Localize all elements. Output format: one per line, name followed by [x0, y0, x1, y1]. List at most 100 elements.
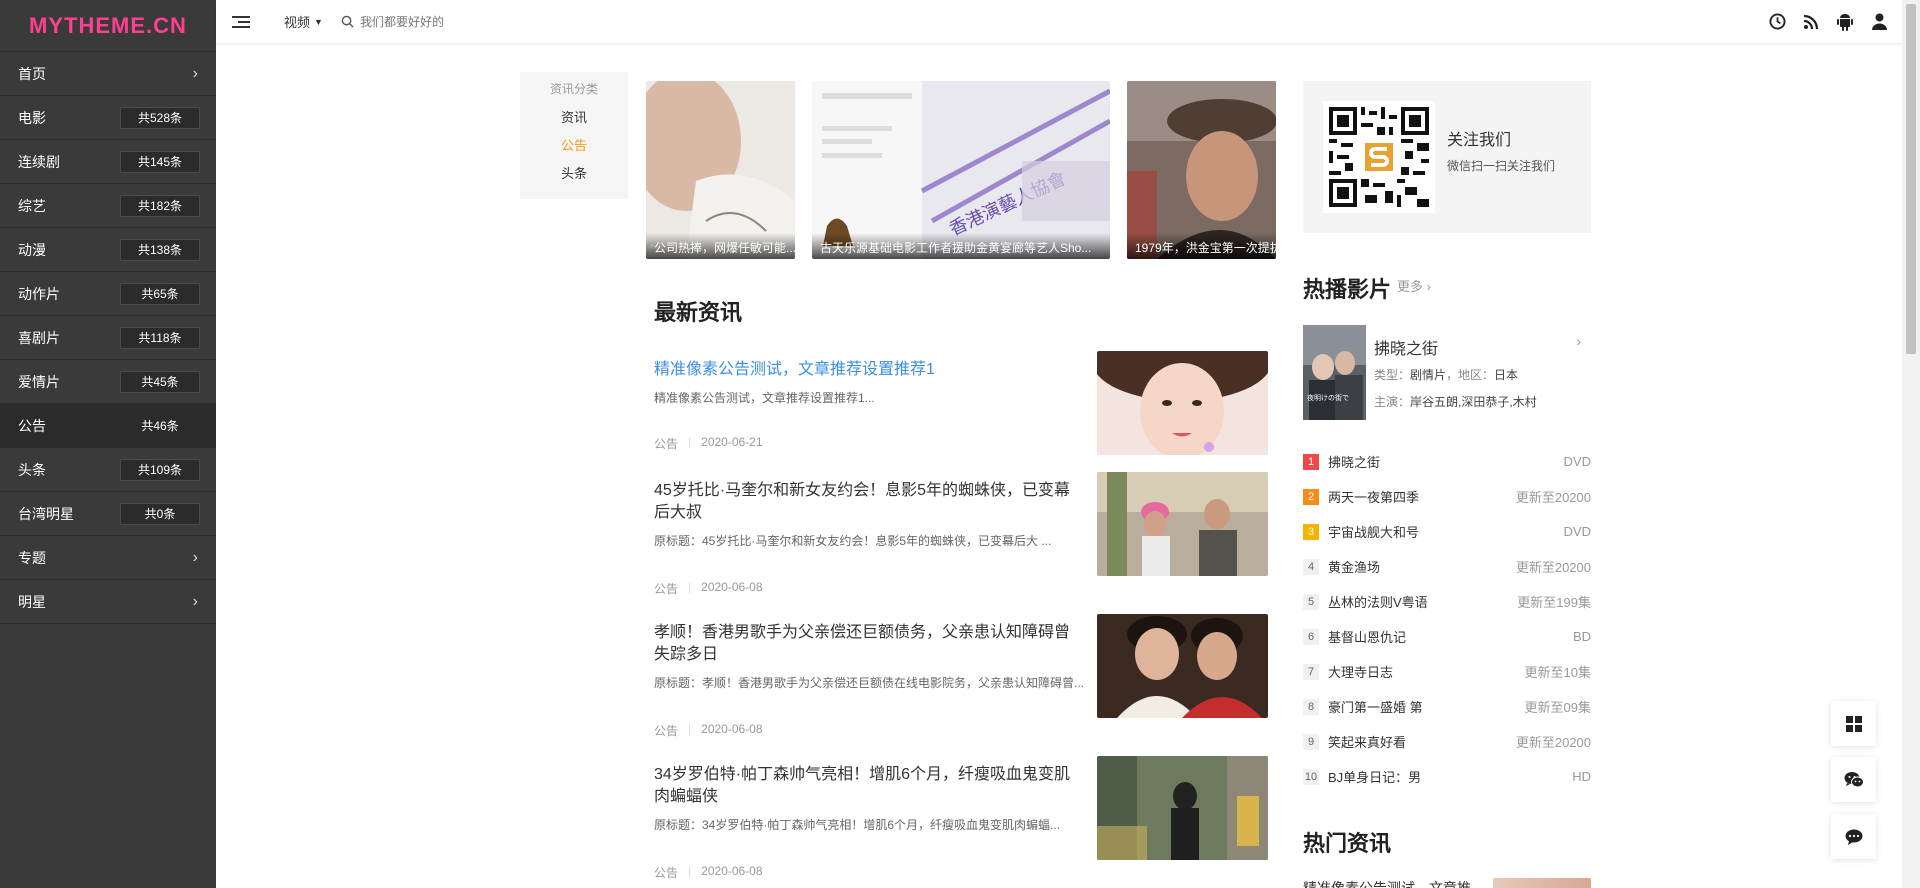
hot-movies-more-link[interactable]: 更多 ›	[1397, 276, 1431, 295]
news-title[interactable]: 孝顺！香港男歌手为父亲偿还巨额债务，父亲患认知障碍曾失踪多日	[654, 622, 1084, 666]
search-input[interactable]	[359, 14, 660, 29]
ranking-movie-status: DVD	[1563, 454, 1591, 469]
ranking-movie-status: DVD	[1563, 524, 1591, 539]
carousel-slide[interactable]: 公司热捧，网爆任敏可能...	[646, 81, 795, 259]
ranking-movie-name[interactable]: 豪门第一盛婚 第	[1328, 697, 1525, 716]
sidebar-item[interactable]: 首页 ›	[0, 52, 216, 96]
ranking-movie-status: 更新至20200	[1515, 490, 1591, 505]
wechat-button[interactable]	[1831, 757, 1876, 802]
news-meta: 公告 | 2020-06-08	[654, 864, 763, 881]
android-icon[interactable]	[1836, 13, 1854, 31]
sidebar-item[interactable]: 明星 ›	[0, 580, 216, 624]
sidebar-item[interactable]: 动作片 共65条	[0, 272, 216, 316]
ranking-movie-name[interactable]: 宇宙战舰大和号	[1328, 522, 1564, 541]
latest-news-title: 最新资讯	[654, 300, 743, 325]
hot-news-title: 热门资讯	[1303, 831, 1392, 856]
news-title[interactable]: 45岁托比·马奎尔和新女友约会！息影5年的蜘蛛侠，已变幕后大叔	[654, 480, 1084, 524]
news-item[interactable]: 45岁托比·马奎尔和新女友约会！息影5年的蜘蛛侠，已变幕后大叔 原标题：45岁托…	[654, 472, 1268, 596]
chevron-right-icon[interactable]: ›	[1576, 333, 1581, 349]
ranking-movie-name[interactable]: 拂晓之街	[1328, 452, 1564, 471]
ranking-movie-name[interactable]: 大理寺日志	[1328, 662, 1525, 681]
ranking-movie-name[interactable]: 基督山恩仇记	[1328, 627, 1573, 646]
ranking-row[interactable]: 7 大理寺日志 更新至10集	[1303, 654, 1591, 689]
news-category[interactable]: 公告	[654, 580, 678, 597]
sidebar-item-count: 共109条	[120, 458, 200, 481]
cast-value: 岸谷五朗,深田恭子,木村	[1410, 395, 1537, 409]
ranking-movie-status: BD	[1572, 629, 1591, 644]
news-date: 2020-06-08	[701, 864, 763, 878]
sidebar-item[interactable]: 爱情片 共45条	[0, 360, 216, 404]
ranking-movie-name[interactable]: BJ单身日记：男	[1328, 767, 1572, 786]
hot-movies-title: 热播影片	[1303, 277, 1392, 302]
ranking-row[interactable]: 8 豪门第一盛婚 第更新至09集	[1303, 689, 1591, 724]
ranking-row[interactable]: 5 丛林的法则V粤语 更新至199集	[1303, 584, 1591, 619]
ranking-row[interactable]: 6 基督山恩仇记 BD	[1303, 619, 1591, 654]
sidebar-item[interactable]: 台湾明星 共0条	[0, 492, 216, 536]
category-link-news[interactable]: 资讯	[520, 107, 628, 126]
hot-news-peek-thumbnail[interactable]	[1493, 878, 1591, 888]
ranking-movie-name[interactable]: 丛林的法则V粤语	[1328, 592, 1517, 611]
carousel-slide[interactable]: 1979年，洪金宝第一次提拔...	[1127, 81, 1276, 259]
ranking-row[interactable]: 3 宇宙战舰大和号 DVD	[1303, 514, 1591, 549]
ranking-number: 9	[1303, 733, 1319, 750]
sidebar-item-label: 明星	[18, 593, 46, 610]
hot-news-peek-title[interactable]: 精准像素公告测试，文章推	[1303, 878, 1471, 888]
sidebar-item[interactable]: 电影 共528条	[0, 96, 216, 140]
news-thumbnail[interactable]	[1097, 614, 1268, 718]
sidebar-item[interactable]: 综艺 共182条	[0, 184, 216, 228]
message-button[interactable]	[1831, 814, 1876, 859]
sidebar-item-count: 共0条	[120, 502, 200, 525]
user-icon[interactable]	[1870, 13, 1888, 31]
chevron-right-icon: ›	[192, 64, 198, 82]
news-category[interactable]: 公告	[654, 722, 678, 739]
news-category[interactable]: 公告	[654, 864, 678, 881]
sidebar-item[interactable]: 头条 共109条	[0, 448, 216, 492]
page-scrollbar[interactable]	[1902, 0, 1920, 888]
news-category[interactable]: 公告	[654, 435, 678, 452]
ranking-row[interactable]: 10 BJ单身日记：男 HD	[1303, 759, 1591, 794]
category-link-headline[interactable]: 头条	[520, 163, 628, 182]
carousel-slide[interactable]: 香港演藝人協會 古天乐源基础电影工作者援助金黄宴廊等艺人Sho...	[812, 81, 1110, 259]
ranking-number: 10	[1303, 768, 1319, 785]
featured-movie-poster[interactable]: 夜明けの街で	[1303, 325, 1366, 420]
search-icon[interactable]	[341, 15, 354, 28]
more-label: 更多	[1397, 279, 1424, 294]
news-item[interactable]: 孝顺！香港男歌手为父亲偿还巨额债务，父亲患认知障碍曾失踪多日 原标题：孝顺！香港…	[654, 614, 1268, 738]
news-title[interactable]: 34岁罗伯特·帕丁森帅气亮相！增肌6个月，纤瘦吸血鬼变肌肉蝙蝠侠	[654, 764, 1084, 808]
slide-caption: 古天乐源基础电影工作者援助金黄宴廊等艺人Sho...	[812, 233, 1110, 259]
meta-separator: |	[688, 722, 692, 736]
sidebar-item[interactable]: 公告 共46条	[0, 404, 216, 448]
ranking-row[interactable]: 2 两天一夜第四季 更新至20200	[1303, 479, 1591, 514]
ranking-row[interactable]: 9 笑起来真好看 更新至20200	[1303, 724, 1591, 759]
category-link-notice[interactable]: 公告	[520, 135, 628, 154]
news-title[interactable]: 精准像素公告测试，文章推荐设置推荐1	[654, 359, 1084, 381]
site-logo[interactable]: MYTHEME.CN	[0, 0, 216, 52]
news-meta: 公告 | 2020-06-08	[654, 722, 763, 739]
history-icon[interactable]	[1768, 13, 1786, 31]
ranking-movie-name[interactable]: 两天一夜第四季	[1328, 487, 1516, 506]
news-item[interactable]: 34岁罗伯特·帕丁森帅气亮相！增肌6个月，纤瘦吸血鬼变肌肉蝙蝠侠 原标题：34岁…	[654, 756, 1268, 880]
category-dropdown[interactable]: 视频 ▼	[284, 12, 323, 31]
sidebar-item[interactable]: 连续剧 共145条	[0, 140, 216, 184]
windows-icon	[1845, 715, 1862, 732]
windows-button[interactable]	[1831, 701, 1876, 746]
news-carousel: 公司热捧，网爆任敏可能... 香港演藝人協會 古天乐源基础电影工作者援助金黄宴廊…	[646, 81, 1276, 259]
search-box	[341, 14, 660, 29]
ranking-row[interactable]: 1 拂晓之街 DVD	[1303, 444, 1591, 479]
featured-movie[interactable]: 夜明けの街で 拂晓之街 › 类型：剧情片，地区：日本 主演：岸谷五朗,深田恭子,…	[1303, 325, 1591, 420]
ranking-movie-status: 更新至09集	[1524, 700, 1591, 715]
ranking-movie-name[interactable]: 笑起来真好看	[1328, 732, 1516, 751]
ranking-movie-name[interactable]: 黄金渔场	[1328, 557, 1516, 576]
scrollbar-thumb[interactable]	[1906, 4, 1916, 354]
featured-movie-name[interactable]: 拂晓之街	[1374, 335, 1438, 359]
news-thumbnail[interactable]	[1097, 351, 1268, 455]
news-thumbnail[interactable]	[1097, 472, 1268, 576]
news-item[interactable]: 精准像素公告测试，文章推荐设置推荐1 精准像素公告测试，文章推荐设置推荐1...…	[654, 351, 1268, 455]
rss-icon[interactable]	[1802, 13, 1820, 31]
ranking-row[interactable]: 4 黄金渔场 更新至20200	[1303, 549, 1591, 584]
sidebar-item[interactable]: 动漫 共138条	[0, 228, 216, 272]
news-thumbnail[interactable]	[1097, 756, 1268, 860]
menu-toggle-icon[interactable]	[232, 8, 260, 36]
sidebar-item[interactable]: 喜剧片 共118条	[0, 316, 216, 360]
sidebar-item[interactable]: 专题 ›	[0, 536, 216, 580]
